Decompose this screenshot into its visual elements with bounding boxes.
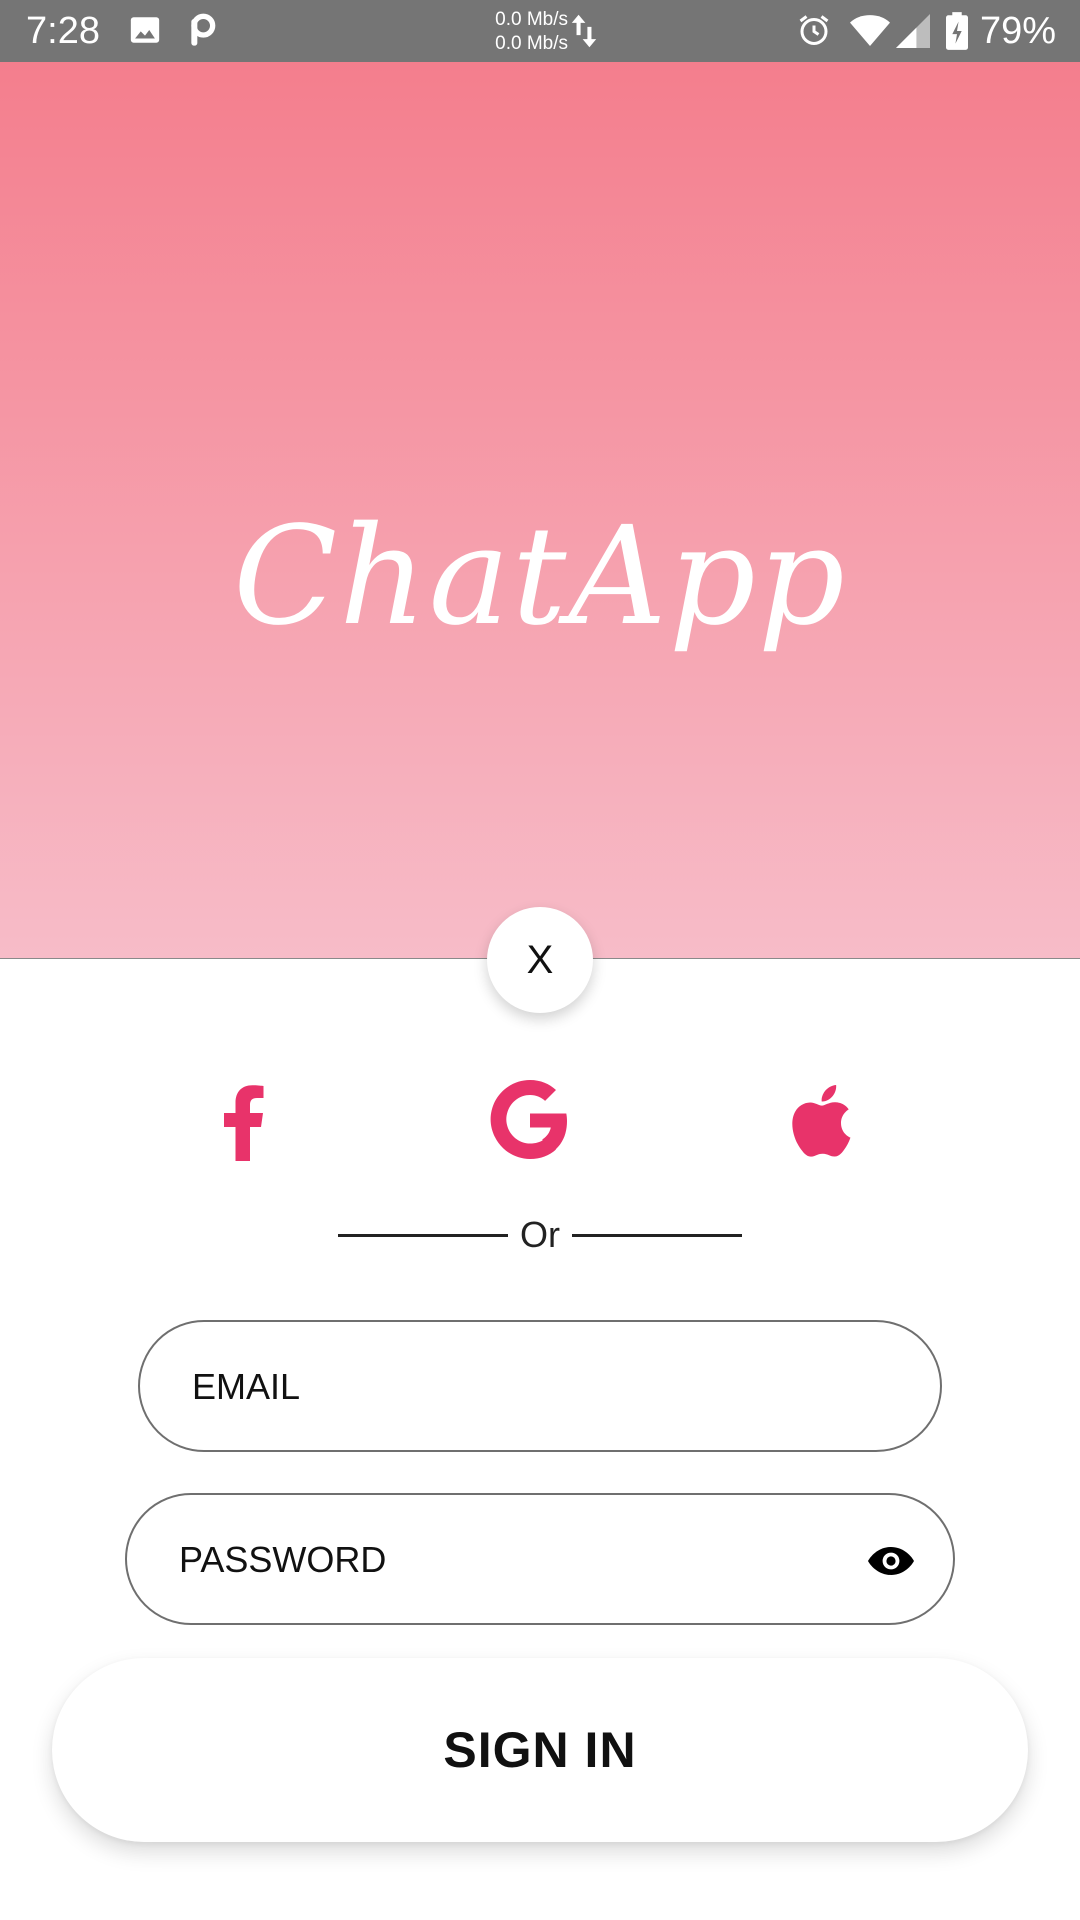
close-button-label: X xyxy=(526,937,554,982)
status-time: 7:28 xyxy=(26,10,100,52)
battery-percentage: 79% xyxy=(980,10,1057,52)
data-arrows-icon xyxy=(570,12,598,55)
google-login-button[interactable] xyxy=(484,1075,574,1165)
apple-icon xyxy=(792,1085,851,1157)
network-speed: 0.0 Mb/s 0.0 Mb/s xyxy=(478,8,568,56)
alarm-icon xyxy=(796,12,832,53)
download-speed: 0.0 Mb/s xyxy=(495,33,568,54)
app-title: ChatApp xyxy=(233,498,847,656)
login-screen: 7:28 0.0 Mb/s 0.0 Mb/s 79% ChatApp X Or … xyxy=(0,0,1080,1920)
status-bar: 7:28 0.0 Mb/s 0.0 Mb/s 79% xyxy=(0,0,1080,62)
close-button[interactable]: X xyxy=(487,907,593,1013)
password-input[interactable] xyxy=(177,1495,821,1625)
header-banner: ChatApp xyxy=(0,62,1080,959)
or-label: Or xyxy=(520,1214,560,1255)
parking-app-icon xyxy=(186,13,218,54)
facebook-icon xyxy=(224,1085,264,1161)
password-field[interactable] xyxy=(125,1493,955,1625)
apple-login-button[interactable] xyxy=(780,1075,870,1165)
eye-icon[interactable] xyxy=(867,1539,915,1583)
or-divider: Or xyxy=(300,1210,780,1260)
email-input[interactable] xyxy=(190,1322,894,1452)
google-icon xyxy=(490,1080,567,1159)
image-icon xyxy=(128,13,162,52)
facebook-login-button[interactable] xyxy=(200,1075,290,1165)
cell-signal-icon xyxy=(896,14,930,53)
email-field[interactable] xyxy=(138,1320,942,1452)
divider-line-right xyxy=(572,1233,742,1237)
sign-in-button[interactable]: SIGN IN xyxy=(52,1658,1028,1842)
upload-speed: 0.0 Mb/s xyxy=(495,9,568,30)
divider-line-left xyxy=(338,1233,508,1237)
battery-charging-icon xyxy=(946,12,968,55)
wifi-icon xyxy=(850,14,890,53)
